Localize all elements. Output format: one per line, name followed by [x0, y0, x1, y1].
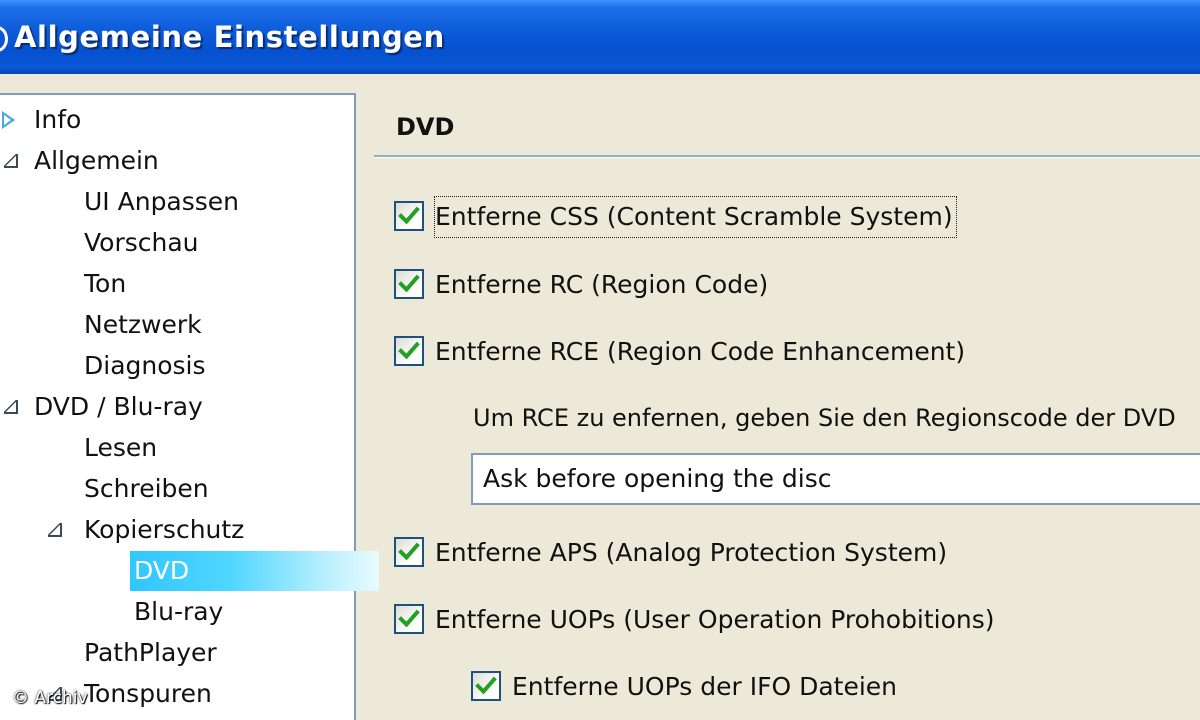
- tree-item-ton[interactable]: Ton: [84, 264, 126, 304]
- tree-item-tonspuren[interactable]: Tonspuren: [48, 674, 212, 714]
- tree-item-dvd[interactable]: DVD: [130, 551, 380, 591]
- tree-item-info[interactable]: Info: [2, 100, 81, 140]
- section-divider: [374, 155, 1200, 158]
- expanded-arrow-icon[interactable]: [4, 400, 18, 414]
- tree-item-bluray[interactable]: Blu-ray: [134, 592, 223, 632]
- tree-item-lesen[interactable]: Lesen: [84, 428, 157, 468]
- tree-item-netzwerk[interactable]: Netzwerk: [84, 305, 202, 345]
- checkbox-checked-icon[interactable]: [394, 201, 424, 231]
- tree-item-schreiben[interactable]: Schreiben: [84, 469, 209, 509]
- checkbox-checked-icon[interactable]: [394, 336, 424, 366]
- section-title: DVD: [396, 113, 455, 141]
- region-code-value: Ask before opening the disc: [483, 464, 832, 493]
- settings-window: Allgemeine Einstellungen Info Allgemein …: [0, 0, 1200, 720]
- checkbox-checked-icon[interactable]: [471, 671, 501, 701]
- tree-item-diagnosis[interactable]: Diagnosis: [84, 346, 206, 386]
- checkbox-checked-icon[interactable]: [394, 604, 424, 634]
- expanded-arrow-icon[interactable]: [4, 154, 18, 168]
- collapsed-arrow-icon[interactable]: [2, 111, 15, 129]
- tree-item-pathplayer[interactable]: PathPlayer: [84, 633, 217, 673]
- window-title: Allgemeine Einstellungen: [14, 20, 445, 54]
- tree-item-ui-anpassen[interactable]: UI Anpassen: [84, 182, 239, 222]
- region-code-select[interactable]: Ask before opening the disc: [471, 453, 1200, 505]
- tree-item-kopierschutz[interactable]: Kopierschutz: [48, 510, 244, 550]
- checkbox-checked-icon[interactable]: [394, 269, 424, 299]
- tree-item-vorschau[interactable]: Vorschau: [84, 223, 199, 263]
- title-bar[interactable]: Allgemeine Einstellungen: [0, 0, 1200, 74]
- copyright-watermark: © Archiv: [12, 688, 88, 708]
- app-icon: [0, 26, 8, 52]
- tree-item-dvd-bluray[interactable]: DVD / Blu-ray: [4, 387, 203, 427]
- tree-item-allgemein[interactable]: Allgemein: [4, 141, 159, 181]
- expanded-arrow-icon[interactable]: [48, 523, 62, 537]
- checkbox-checked-icon[interactable]: [394, 537, 424, 567]
- dvd-settings-panel: DVD Entferne CSS (Content Scramble Syste…: [374, 93, 1200, 720]
- settings-tree: Info Allgemein UI Anpassen Vorschau Ton …: [0, 93, 380, 720]
- rce-hint-text: Um RCE zu enfernen, geben Sie den Region…: [473, 404, 1176, 432]
